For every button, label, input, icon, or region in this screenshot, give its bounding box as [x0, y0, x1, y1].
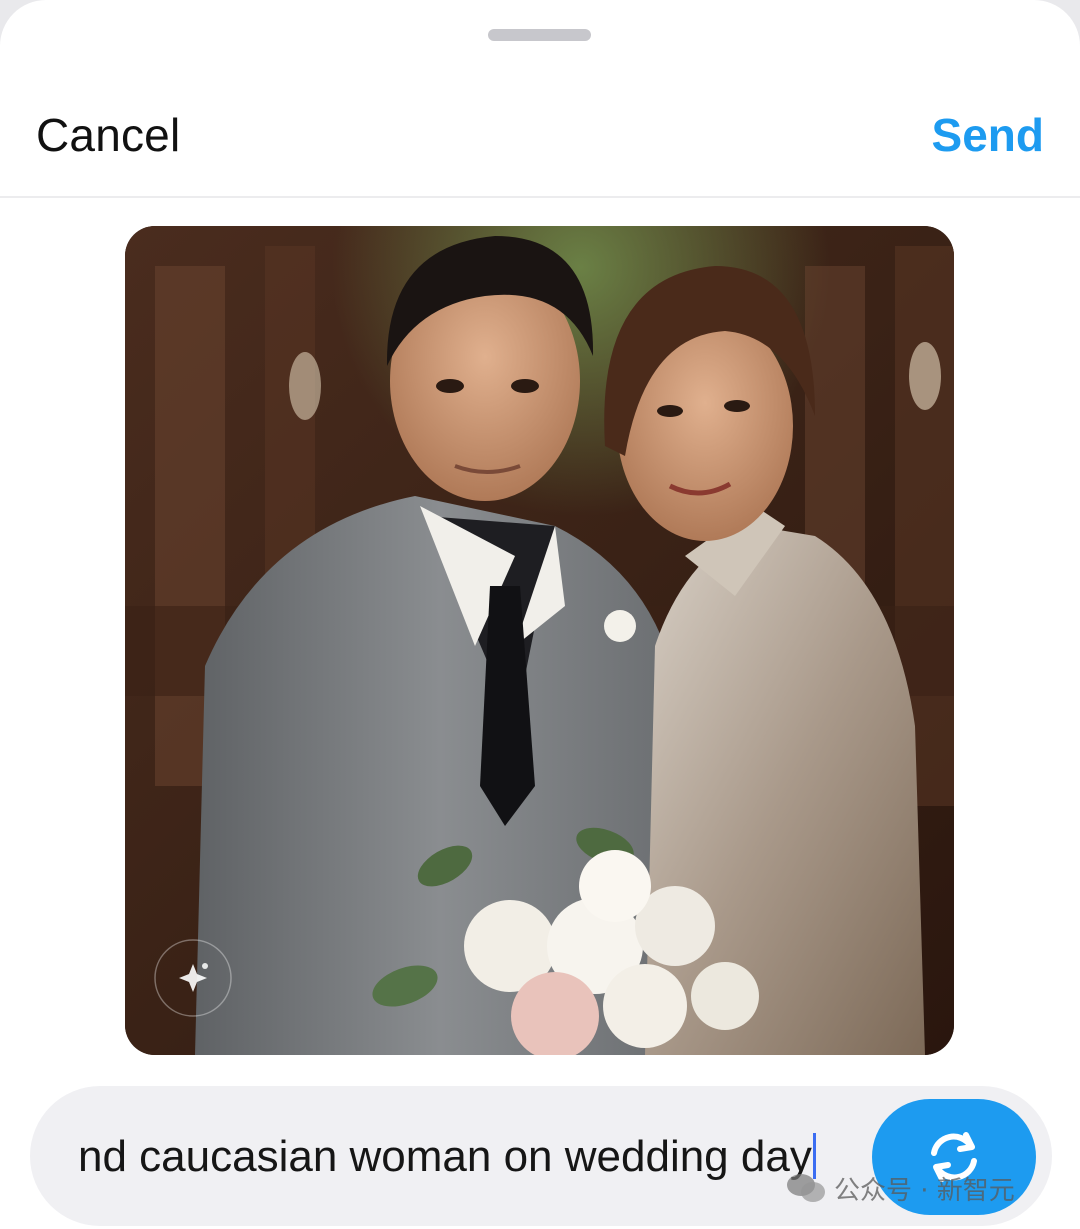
cancel-button[interactable]: Cancel	[36, 108, 180, 162]
wechat-icon	[787, 1174, 825, 1202]
source-watermark: 公众号 · 新智元	[786, 1168, 1015, 1208]
send-button[interactable]: Send	[932, 108, 1044, 162]
ai-watermark-badge	[154, 939, 232, 1017]
sheet-grabber[interactable]	[488, 29, 591, 41]
generated-image[interactable]	[125, 226, 954, 1055]
wedding-photo	[125, 226, 954, 1055]
prompt-field[interactable]: nd caucasian woman on wedding day	[78, 1132, 816, 1182]
source-label: 公众号 · 新智元	[834, 1175, 1015, 1206]
prompt-text: nd caucasian woman on wedding day	[78, 1132, 812, 1181]
nav-bar: Cancel Send	[0, 70, 1080, 198]
compose-sheet: Cancel Send nd caucasian woman on weddin…	[0, 0, 1080, 1229]
